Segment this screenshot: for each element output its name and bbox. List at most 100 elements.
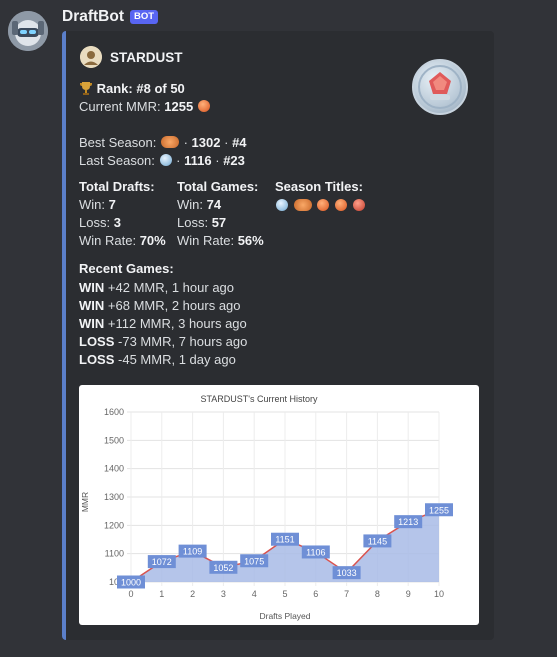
data-label-text: 1106 [306, 547, 325, 557]
rate-label: Win Rate: [177, 233, 235, 248]
x-tick-label: 9 [406, 589, 411, 599]
games-rate-value: 56% [237, 233, 264, 248]
games-loss-row: Loss: 57 [177, 214, 264, 232]
recent-game-row: LOSS -45 MMR, 1 day ago [79, 351, 236, 368]
data-label-text: 1052 [213, 563, 233, 573]
last-season-rank: #23 [223, 153, 245, 168]
chart-svg: STARDUST's Current History 1001100120013… [80, 394, 453, 621]
game-detail: +42 MMR, 1 hour ago [107, 280, 235, 295]
x-tick-label: 6 [313, 589, 318, 599]
rank-thumbnail-icon [412, 59, 468, 115]
author-avatar-icon [80, 46, 102, 68]
game-detail: +68 MMR, 2 hours ago [107, 298, 241, 313]
best-season-rank: #4 [232, 135, 247, 150]
recent-game-row: LOSS -73 MMR, 7 hours ago [79, 333, 247, 350]
season-titles-field: Season Titles: [275, 178, 366, 215]
data-point-label: 1072 [147, 555, 176, 569]
win-label: Win: [177, 197, 203, 212]
author-name: STARDUST [110, 49, 183, 65]
game-result: WIN [79, 298, 105, 313]
x-tick-label: 10 [434, 589, 444, 599]
recent-game-row: WIN +68 MMR, 2 hours ago [79, 297, 241, 314]
orange-emblem-icon [197, 100, 210, 112]
drafts-win-row: Win: 7 [79, 196, 166, 214]
blue-emblem-icon [159, 154, 172, 166]
bot-avatar[interactable] [8, 11, 48, 51]
data-label-text: 1151 [275, 535, 294, 545]
total-games-field: Total Games: Win: 74 Loss: 57 Win Rate: … [177, 178, 264, 250]
y-tick-label: 1100 [105, 549, 124, 559]
x-tick-label: 4 [252, 589, 257, 599]
y-tick-label: 1500 [104, 435, 124, 445]
data-point-label: 1106 [301, 545, 330, 559]
data-label-text: 1072 [152, 557, 172, 567]
embed-author: STARDUST [80, 46, 183, 68]
trophy-icon [80, 82, 92, 95]
data-label-text: 1255 [429, 505, 449, 515]
separator: · [224, 135, 229, 150]
red-emblem-icon [352, 199, 365, 211]
rank-value: #8 of 50 [136, 81, 185, 96]
data-point-label: 1109 [178, 544, 207, 558]
x-axis-label: Drafts Played [259, 611, 310, 621]
last-season-label: Last Season: [79, 153, 155, 168]
orange-emblem-icon [317, 199, 330, 211]
game-detail: -73 MMR, 7 hours ago [118, 334, 248, 349]
games-win-value: 74 [206, 197, 222, 212]
games-loss-value: 57 [211, 215, 227, 230]
wing-emblem-icon [293, 199, 312, 211]
drafts-rate-value: 70% [139, 233, 166, 248]
chart-title: STARDUST's Current History [200, 394, 318, 404]
y-axis-label: MMR [80, 492, 90, 512]
message-header: DraftBot BOT [62, 8, 159, 26]
last-season-line: Last Season: · 1116 · #23 [79, 152, 245, 169]
wing-emblem-icon [160, 136, 179, 148]
drafts-win-value: 7 [108, 197, 116, 212]
data-label-text: 1033 [337, 568, 357, 578]
season-titles-title: Season Titles: [275, 179, 363, 194]
total-drafts-title: Total Drafts: [79, 179, 155, 194]
best-season-label: Best Season: [79, 135, 157, 150]
loss-label: Loss: [177, 215, 209, 230]
game-result: LOSS [79, 352, 115, 367]
games-win-row: Win: 74 [177, 196, 264, 214]
season-titles-icons [275, 196, 366, 215]
y-tick-label: 1300 [104, 492, 124, 502]
loss-label: Loss: [79, 215, 111, 230]
y-tick-label: 1200 [104, 520, 124, 530]
recent-game-row: WIN +112 MMR, 3 hours ago [79, 315, 247, 332]
y-tick-label: 1400 [104, 464, 124, 474]
total-games-title: Total Games: [177, 179, 259, 194]
bot-tag-badge: BOT [130, 10, 159, 24]
recent-game-row: WIN +42 MMR, 1 hour ago [79, 279, 234, 296]
data-point-label: 1000 [117, 575, 145, 589]
game-result: LOSS [79, 334, 115, 349]
drafts-loss-value: 3 [113, 215, 121, 230]
x-tick-label: 2 [190, 589, 195, 599]
data-label-text: 1075 [244, 556, 264, 566]
mmr-history-chart[interactable]: STARDUST's Current History 100 1100 1200 13… [79, 385, 479, 625]
blue-emblem-icon [276, 199, 288, 211]
last-season-mmr: 1116 [184, 153, 212, 168]
rate-label: Win Rate: [79, 233, 137, 248]
x-tick-label: 0 [128, 589, 133, 599]
data-label-text: 1145 [368, 536, 387, 546]
current-mmr-line: Current MMR: 1255 [79, 98, 211, 115]
x-tick-label: 5 [282, 589, 287, 599]
win-label: Win: [79, 197, 105, 212]
current-mmr-value: 1255 [164, 99, 194, 114]
data-label-text: 1000 [121, 578, 141, 588]
x-tick-label: 8 [375, 589, 380, 599]
separator: · [183, 135, 188, 150]
x-tick-label: 3 [221, 589, 226, 599]
x-axis-ticks: 0 1 2 3 4 5 6 7 8 9 10 [128, 589, 444, 599]
y-axis-ticks: 100110012001300140015001600 [104, 407, 124, 587]
data-point-label: 1255 [425, 503, 453, 517]
current-mmr-label: Current MMR: [79, 99, 161, 114]
game-detail: -45 MMR, 1 day ago [118, 352, 236, 367]
x-tick-label: 7 [344, 589, 349, 599]
bot-name[interactable]: DraftBot [62, 8, 124, 26]
x-tick-label: 1 [159, 589, 164, 599]
best-season-mmr: 1302 [191, 135, 221, 150]
robot-icon [8, 11, 48, 51]
